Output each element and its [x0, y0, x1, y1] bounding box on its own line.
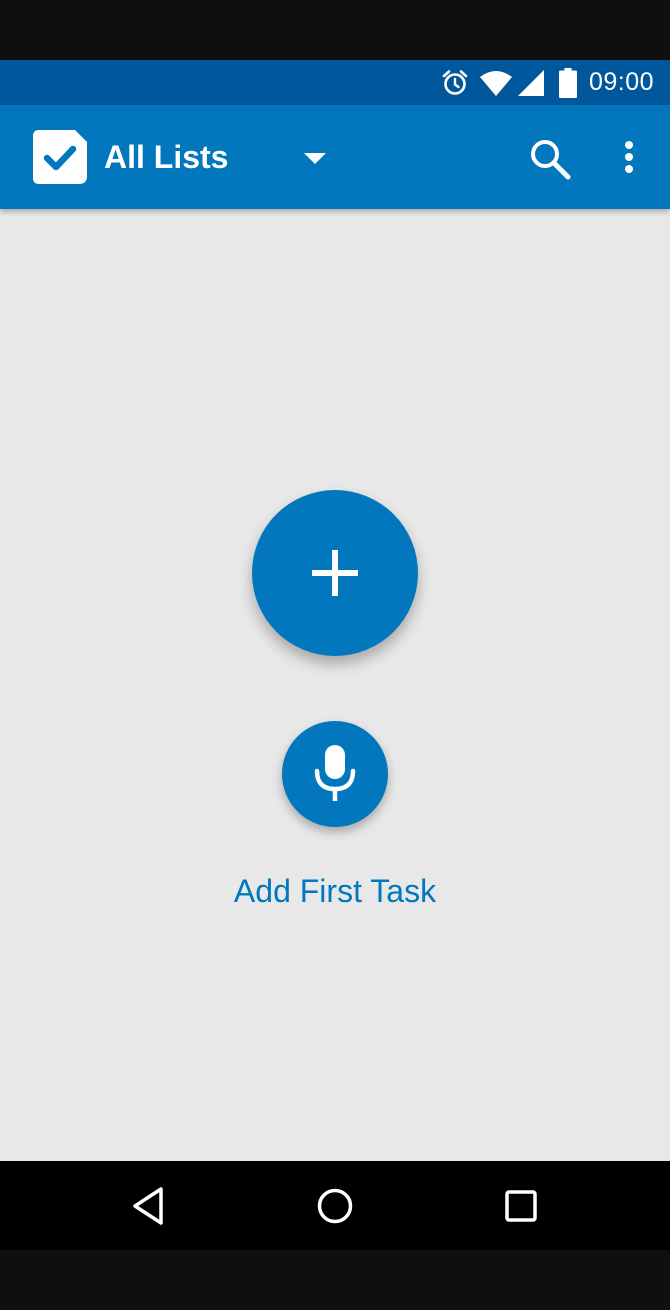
- checkbox-logo-icon: [33, 130, 87, 184]
- signal-icon: [517, 69, 545, 97]
- back-triangle-icon[interactable]: [127, 1183, 173, 1229]
- search-icon[interactable]: [528, 137, 572, 181]
- battery-icon: [558, 67, 577, 98]
- wifi-icon: [479, 69, 513, 97]
- system-nav-bar: [0, 1161, 670, 1250]
- dropdown-arrow-icon: [304, 152, 326, 170]
- app-bar: All Lists: [0, 105, 670, 209]
- status-bar: 09:00: [0, 60, 670, 105]
- recents-square-icon[interactable]: [498, 1183, 544, 1229]
- home-circle-icon[interactable]: [312, 1183, 358, 1229]
- empty-state-content: Add First Task: [0, 209, 670, 1161]
- bottom-bezel: [0, 1250, 670, 1310]
- add-task-button[interactable]: [252, 490, 418, 656]
- status-time: 09:00: [588, 68, 654, 96]
- top-bezel: [0, 0, 670, 60]
- add-first-task-link[interactable]: Add First Task: [0, 873, 670, 910]
- app-title: All Lists: [104, 138, 229, 175]
- list-selector-dropdown[interactable]: All Lists: [104, 131, 334, 183]
- more-vert-icon[interactable]: [612, 139, 646, 179]
- alarm-icon: [441, 69, 469, 97]
- voice-add-button[interactable]: [282, 721, 388, 827]
